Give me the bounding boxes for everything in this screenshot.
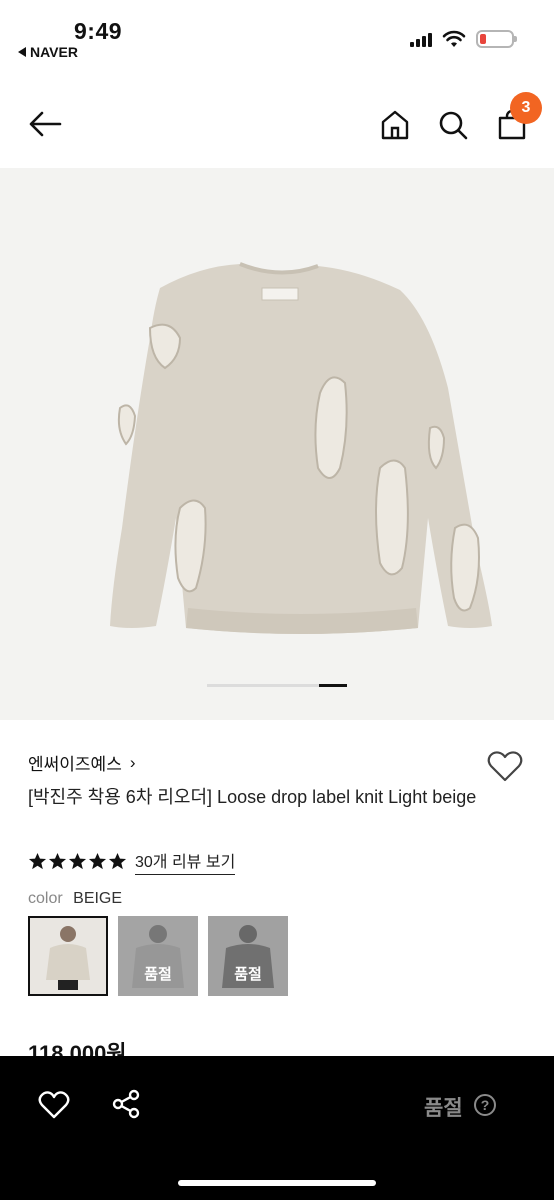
- home-icon[interactable]: [378, 108, 412, 142]
- bottom-action-bar: 품절 ?: [0, 1056, 554, 1200]
- rating-row: 30개 리뷰 보기: [28, 848, 236, 875]
- product-title: [박진주 착용 6차 리오더] Loose drop label knit Li…: [28, 787, 477, 807]
- battery-icon: [476, 30, 517, 48]
- status-icons: [410, 30, 517, 48]
- soldout-button[interactable]: 품절: [424, 1092, 463, 1122]
- back-arrow-icon[interactable]: [26, 108, 66, 140]
- heart-icon[interactable]: [38, 1090, 70, 1120]
- soldout-overlay: 품절: [118, 916, 198, 996]
- swatch-option[interactable]: 품절: [118, 916, 198, 996]
- slide-dot: [319, 684, 347, 687]
- color-swatches: 품절 품절: [28, 916, 288, 996]
- product-image-carousel[interactable]: [0, 168, 554, 720]
- cellular-signal-icon: [410, 31, 432, 47]
- star-icon: [88, 852, 107, 870]
- brand-link[interactable]: 엔써이즈예스 ›: [28, 750, 136, 775]
- home-indicator: [178, 1180, 376, 1186]
- back-to-app-link[interactable]: NAVER: [18, 44, 78, 60]
- slide-dot: [235, 684, 263, 687]
- app-header: 3: [0, 90, 554, 160]
- search-icon[interactable]: [436, 108, 470, 142]
- color-value: BEIGE: [73, 890, 123, 907]
- slide-dot: [207, 684, 235, 687]
- rating-stars: [28, 852, 127, 871]
- review-link[interactable]: 30개 리뷰 보기: [135, 848, 236, 875]
- back-triangle-icon: [18, 47, 26, 57]
- star-icon: [48, 852, 67, 870]
- back-app-label: NAVER: [30, 44, 78, 60]
- status-time: 9:49: [74, 18, 123, 44]
- brand-name: 엔써이즈예스: [28, 755, 122, 774]
- status-bar: 9:49 NAVER: [0, 0, 554, 70]
- cart-count-badge: 3: [510, 92, 542, 124]
- swatch-thumbnail: [30, 918, 106, 994]
- color-label: color: [28, 890, 63, 907]
- wishlist-heart-icon[interactable]: [486, 748, 524, 784]
- wifi-icon: [442, 30, 466, 47]
- color-row: color BEIGE: [28, 890, 122, 908]
- slide-indicator: [207, 684, 347, 687]
- swatch-option[interactable]: 품절: [208, 916, 288, 996]
- slide-dot: [291, 684, 319, 687]
- help-icon[interactable]: ?: [474, 1094, 496, 1116]
- product-image: [110, 262, 492, 634]
- swatch-option[interactable]: [28, 916, 108, 996]
- star-icon: [28, 852, 47, 870]
- slide-dot: [263, 684, 291, 687]
- chevron-right-icon: ›: [129, 752, 136, 772]
- star-icon: [108, 852, 127, 870]
- star-icon: [68, 852, 87, 870]
- share-icon[interactable]: [110, 1088, 142, 1120]
- soldout-overlay: 품절: [208, 916, 288, 996]
